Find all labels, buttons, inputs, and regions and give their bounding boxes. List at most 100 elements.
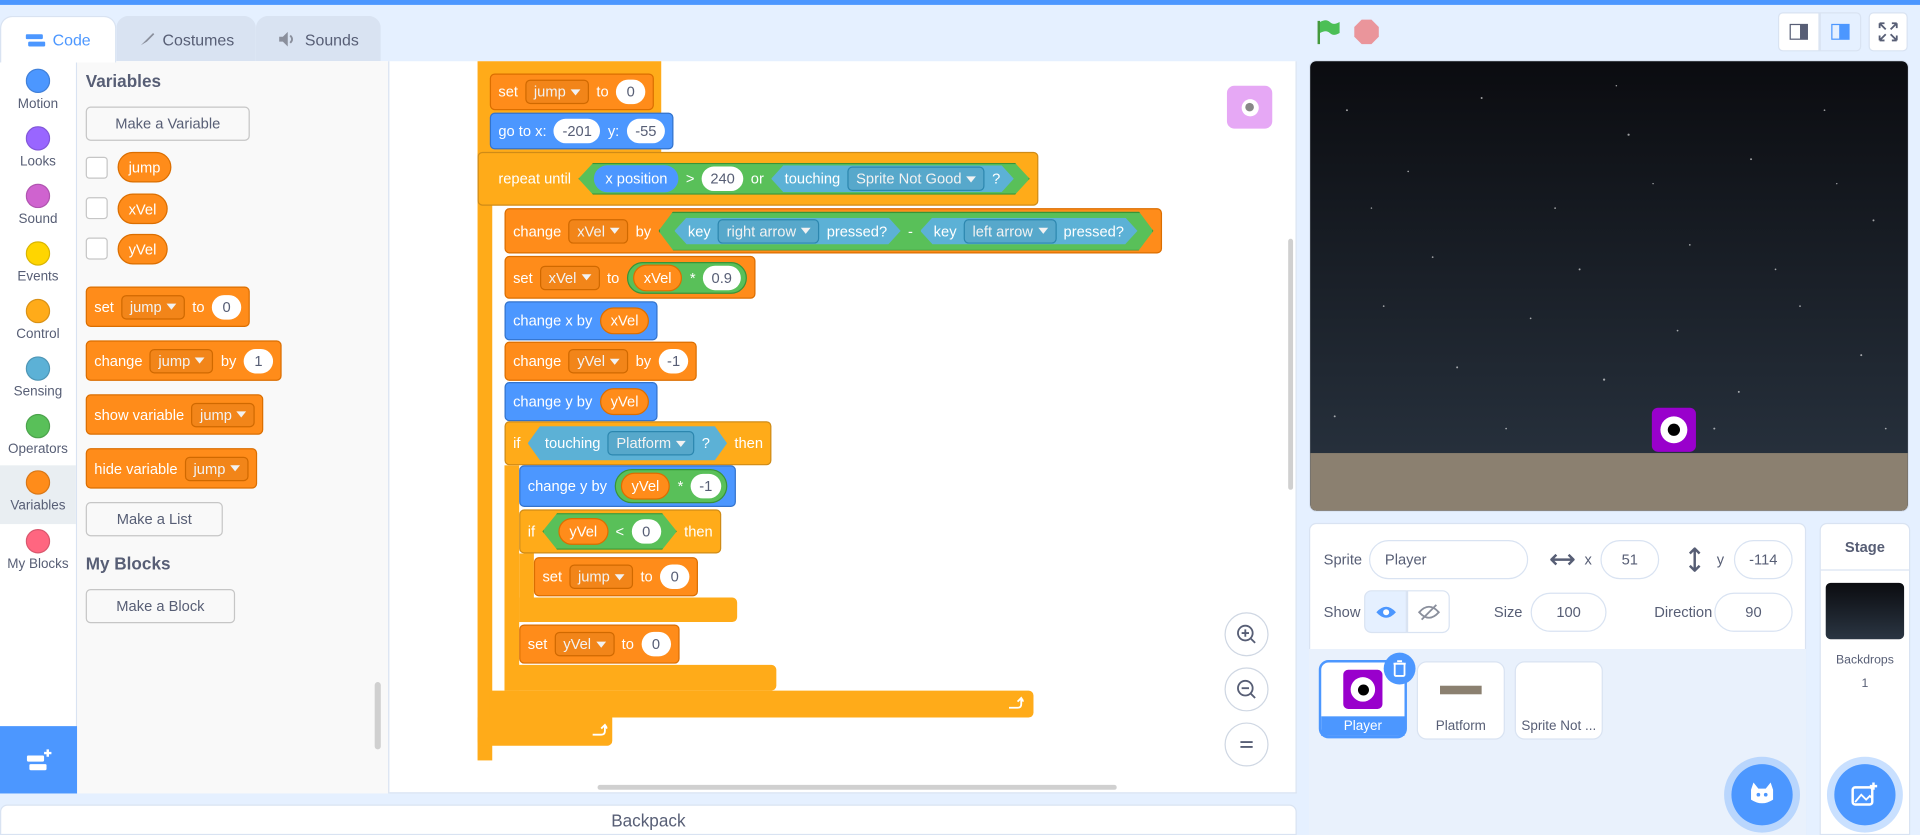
subtract-operator[interactable]: key right arrow pressed? - key left arro… <box>658 211 1153 250</box>
category-events[interactable]: Events <box>0 241 76 295</box>
category-my-blocks[interactable]: My Blocks <box>0 528 76 583</box>
choose-sprite-button[interactable] <box>1731 764 1793 826</box>
variable-dropdown[interactable]: jump <box>121 294 185 319</box>
set-jump-block[interactable]: set jump to 0 <box>489 73 654 111</box>
make-list-button[interactable]: Make a List <box>85 502 223 537</box>
variable-checkbox[interactable] <box>85 237 108 260</box>
script-area[interactable]: set jump to 0 go to x: -201 y: -55 repea… <box>389 61 1295 793</box>
value-input[interactable]: -1 <box>658 348 689 374</box>
variable-reporter-jump[interactable]: jump <box>117 151 172 183</box>
hide-sprite-button[interactable] <box>1406 590 1450 634</box>
value-input[interactable]: 0 <box>631 519 660 543</box>
value-input[interactable]: 1 <box>243 348 274 373</box>
value-input[interactable]: -1 <box>690 473 721 499</box>
less-than-operator[interactable]: yVel < 0 <box>542 513 676 550</box>
direction-input[interactable]: 90 <box>1714 592 1793 632</box>
variable-dropdown[interactable]: yVel <box>554 631 615 657</box>
palette-hide-variable-block[interactable]: hide variable jump <box>85 448 258 489</box>
zoom-out-button[interactable] <box>1224 667 1269 712</box>
xvel-reporter[interactable]: xVel <box>632 263 683 291</box>
variable-dropdown[interactable]: yVel <box>568 348 629 374</box>
value-input[interactable]: 0 <box>615 79 646 105</box>
variable-checkbox[interactable] <box>85 156 108 179</box>
sprite-dropdown[interactable]: Sprite Not Good <box>848 167 985 191</box>
size-input[interactable]: 100 <box>1530 592 1607 632</box>
sprite-name-input[interactable]: Player <box>1368 540 1529 580</box>
value-input[interactable]: 0.9 <box>702 265 741 290</box>
variable-dropdown[interactable]: xVel <box>540 265 600 290</box>
change-xvel-block[interactable]: change xVel by key right arrow pressed? … <box>504 208 1162 254</box>
set-jump-inner-block[interactable]: set jump to 0 <box>533 557 699 597</box>
go-to-xy-block[interactable]: go to x: -201 y: -55 <box>489 112 674 150</box>
variable-reporter-xvel[interactable]: xVel <box>117 193 168 225</box>
change-x-block[interactable]: change x by xVel <box>504 301 659 341</box>
x-input[interactable]: 51 <box>1600 540 1660 580</box>
or-operator[interactable]: x position > 240 or touching Sprite Not … <box>578 163 1029 195</box>
stop-icon[interactable] <box>1353 18 1380 45</box>
sprite-tile-sprite-not-good[interactable]: Sprite Not ... <box>1514 661 1603 740</box>
make-variable-button[interactable]: Make a Variable <box>85 106 250 141</box>
variable-dropdown[interactable]: jump <box>525 79 590 105</box>
variable-dropdown[interactable]: jump <box>184 456 249 481</box>
stage-canvas[interactable] <box>1308 60 1909 512</box>
if-touching-block[interactable]: if touching Platform ? then <box>504 421 772 466</box>
value-input[interactable]: 240 <box>702 167 744 191</box>
make-block-button[interactable]: Make a Block <box>85 588 236 624</box>
show-sprite-button[interactable] <box>1364 590 1407 634</box>
key-pressed-condition[interactable]: key right arrow pressed? <box>674 217 900 244</box>
category-motion[interactable]: Motion <box>0 68 76 123</box>
touching-condition[interactable]: touching Platform ? <box>528 426 727 460</box>
yvel-reporter[interactable]: yVel <box>599 388 650 416</box>
variable-reporter-yvel[interactable]: yVel <box>117 233 168 265</box>
xvel-reporter[interactable]: xVel <box>599 307 650 335</box>
variable-dropdown[interactable]: jump <box>191 402 256 427</box>
category-control[interactable]: Control <box>0 298 76 353</box>
delete-sprite-button[interactable] <box>1383 652 1416 685</box>
yvel-reporter[interactable]: yVel <box>620 472 671 500</box>
player-sprite[interactable] <box>1651 407 1696 452</box>
category-sound[interactable]: Sound <box>0 183 76 238</box>
zoom-reset-button[interactable] <box>1224 722 1269 767</box>
category-looks[interactable]: Looks <box>0 126 76 180</box>
palette-scrollbar[interactable] <box>374 682 381 750</box>
variable-dropdown[interactable]: jump <box>149 348 214 373</box>
value-input[interactable]: 0 <box>641 631 671 657</box>
yvel-reporter[interactable]: yVel <box>558 518 608 545</box>
tab-code[interactable]: Code <box>0 15 117 63</box>
choose-backdrop-button[interactable] <box>1834 764 1896 826</box>
variable-dropdown[interactable]: jump <box>569 564 634 589</box>
value-input[interactable]: 0 <box>211 294 242 319</box>
fullscreen-button[interactable] <box>1868 12 1908 52</box>
repeat-until-block[interactable]: repeat until x position > 240 or touchin… <box>477 151 1039 206</box>
sprite-dropdown[interactable]: Platform <box>608 431 695 455</box>
set-yvel-block[interactable]: set yVel to 0 <box>519 624 680 664</box>
palette-set-block[interactable]: set jump to 0 <box>85 286 250 327</box>
touching-condition[interactable]: touching Sprite Not Good ? <box>771 165 1014 192</box>
vertical-scrollbar[interactable] <box>1288 238 1294 490</box>
palette-show-variable-block[interactable]: show variable jump <box>85 394 264 435</box>
key-pressed-condition[interactable]: key left arrow pressed? <box>920 217 1137 244</box>
x-input[interactable]: -201 <box>553 118 601 144</box>
add-extension-button[interactable] <box>0 726 78 794</box>
multiply-operator[interactable]: yVel * -1 <box>614 468 728 504</box>
tab-sounds[interactable]: Sounds <box>255 15 381 62</box>
y-input[interactable]: -55 <box>626 118 665 144</box>
variable-dropdown[interactable]: xVel <box>568 218 629 244</box>
x-position-reporter[interactable]: x position <box>594 165 678 192</box>
category-variables[interactable]: Variables <box>0 465 76 525</box>
category-operators[interactable]: Operators <box>0 413 76 468</box>
backpack-header[interactable]: Backpack <box>0 804 1297 835</box>
horizontal-scrollbar[interactable] <box>597 784 1117 790</box>
normal-stage-button[interactable] <box>1819 12 1862 52</box>
change-y-block[interactable]: change y by yVel <box>504 382 659 422</box>
category-sensing[interactable]: Sensing <box>0 356 76 410</box>
value-input[interactable]: 0 <box>660 564 690 589</box>
zoom-in-button[interactable] <box>1224 612 1269 657</box>
key-dropdown[interactable]: left arrow <box>964 219 1056 243</box>
if-yvel-less-block[interactable]: if yVel < 0 then <box>519 509 722 554</box>
multiply-operator[interactable]: xVel * 0.9 <box>626 261 747 294</box>
tab-costumes[interactable]: Costumes <box>116 15 256 62</box>
set-xvel-block[interactable]: set xVel to xVel * 0.9 <box>504 255 756 299</box>
change-y-multiply-block[interactable]: change y by yVel * -1 <box>519 465 736 507</box>
sprite-tile-platform[interactable]: Platform <box>1416 661 1505 740</box>
